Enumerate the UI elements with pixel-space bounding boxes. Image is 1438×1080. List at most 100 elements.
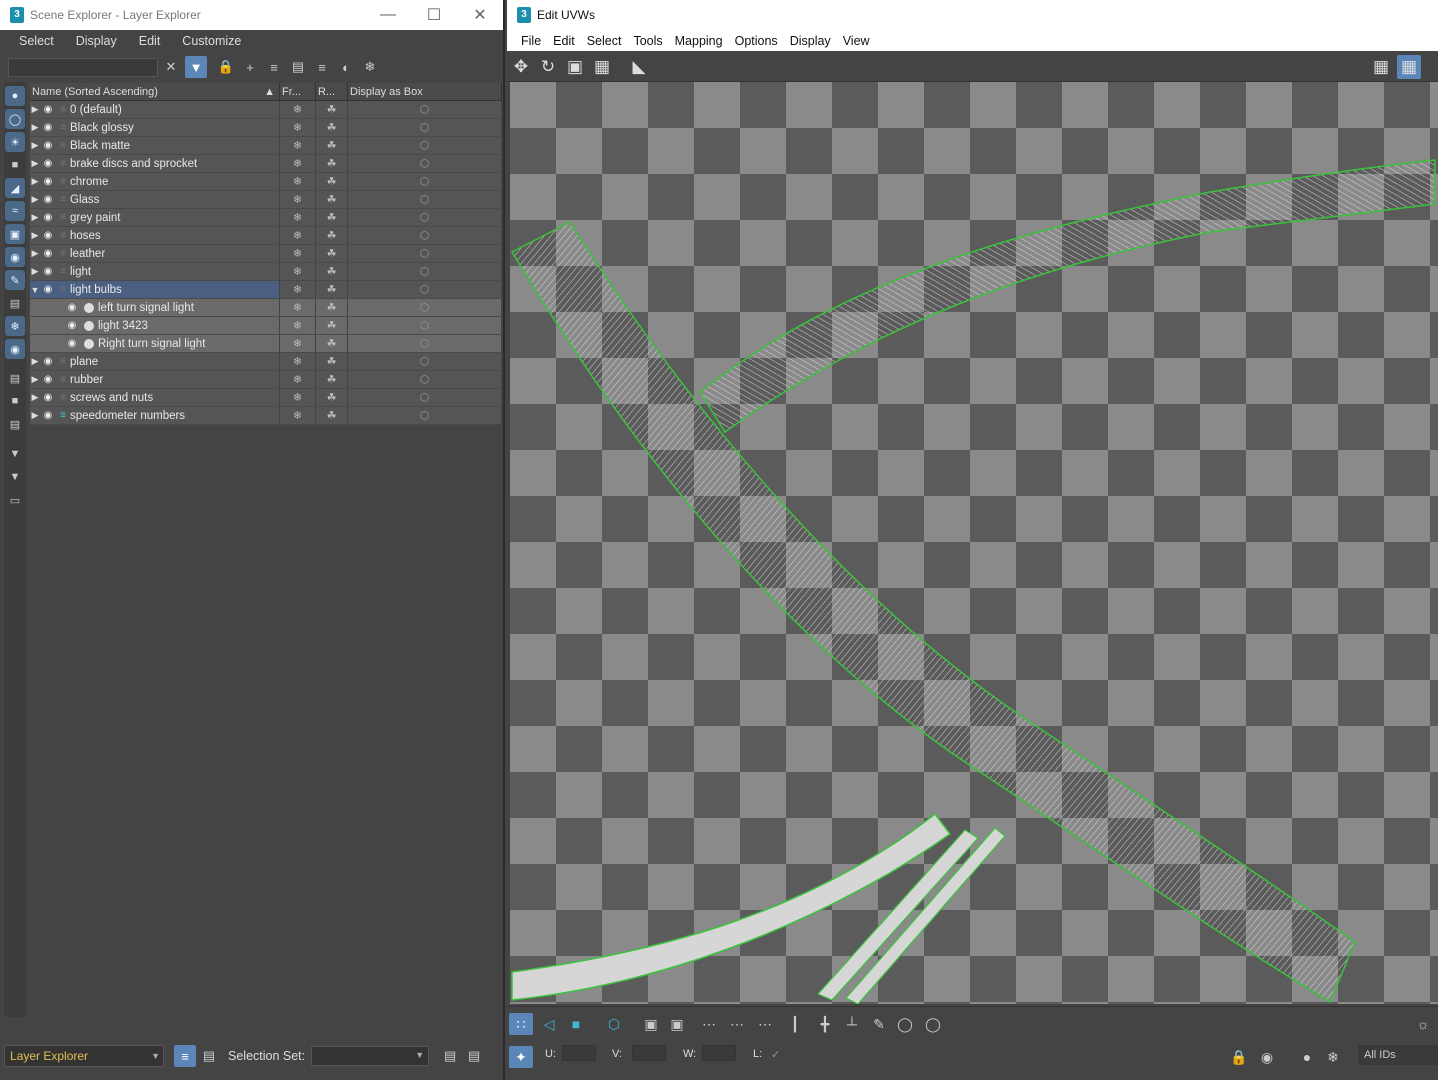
expand-arrow-icon[interactable]: ▶ [30, 374, 40, 385]
eye-icon[interactable]: ◉ [40, 284, 56, 295]
table-row[interactable]: ▶ ◉ ≡ speedometer numbers ❄ ☘ ⬡ [30, 407, 502, 425]
unpin-icon[interactable]: ┴ [840, 1013, 864, 1035]
menu-customize[interactable]: Customize [171, 34, 252, 48]
frozen-filter-icon[interactable]: ❄ [5, 316, 25, 336]
cube-icon[interactable]: ⬡ [348, 137, 502, 154]
snowflake-icon[interactable]: ❄ [280, 353, 316, 370]
spacewarp-filter-icon[interactable]: ≈ [5, 201, 25, 221]
light-filter-icon[interactable]: ☀ [5, 132, 25, 152]
mirror-icon[interactable]: ◣ [627, 55, 651, 79]
menu-edit[interactable]: Edit [128, 34, 172, 48]
paint-icon[interactable]: ✎ [867, 1013, 891, 1035]
cube-icon[interactable]: ⬡ [348, 209, 502, 226]
teapot-icon[interactable]: ☘ [316, 119, 348, 136]
cube-icon[interactable]: ⬡ [348, 317, 502, 334]
pin-icon[interactable]: ╋ [813, 1013, 837, 1035]
menu-select[interactable]: Select [8, 34, 65, 48]
snowflake-icon[interactable]: ❄ [280, 155, 316, 172]
layer-explorer-toggle-icon[interactable]: ≡ [174, 1045, 196, 1067]
snowflake-icon[interactable]: ❄ [280, 173, 316, 190]
transform-mode-icon[interactable]: ✦ [509, 1046, 533, 1068]
teapot-icon[interactable]: ☘ [316, 101, 348, 118]
cube-icon[interactable]: ⬡ [348, 335, 502, 352]
menu-file[interactable]: File [515, 34, 547, 48]
cube-icon[interactable]: ⬡ [348, 227, 502, 244]
table-row[interactable]: ▶ ◉ ≡ hoses ❄ ☘ ⬡ [30, 227, 502, 245]
material-id-dropdown[interactable]: All IDs [1358, 1045, 1438, 1065]
table-row[interactable]: ◉ Right turn signal light ❄ ☘ ⬡ [30, 335, 502, 353]
eye-icon[interactable]: ◉ [40, 158, 56, 169]
search-input[interactable] [8, 58, 158, 77]
snowflake-icon[interactable]: ❄ [280, 299, 316, 316]
expand-arrow-icon[interactable]: ▶ [30, 356, 40, 367]
cube-icon[interactable]: ⬡ [348, 173, 502, 190]
settings-ring-icon[interactable]: ☼ [1411, 1013, 1435, 1035]
loop-icon[interactable]: ⋯ [697, 1013, 721, 1035]
hidden-filter-icon[interactable]: ◉ [5, 339, 25, 359]
eye-icon[interactable]: ◉ [40, 248, 56, 259]
table-row[interactable]: ▶ ◉ ≡ rubber ❄ ☘ ⬡ [30, 371, 502, 389]
table-row-selected[interactable]: ▼ ◉ ≡ light bulbs ❄ ☘ ⬡ [30, 281, 502, 299]
table-row[interactable]: ▶ ◉ ≡ Black glossy ❄ ☘ ⬡ [30, 119, 502, 137]
expand-arrow-icon[interactable]: ▶ [30, 104, 40, 115]
menu-view[interactable]: View [837, 34, 876, 48]
container-filter-icon[interactable]: ▤ [5, 293, 25, 313]
eye-icon[interactable]: ◉ [40, 194, 56, 205]
snowflake-icon[interactable]: ❄ [280, 335, 316, 352]
cube-icon[interactable]: ⬡ [348, 353, 502, 370]
eye-icon[interactable]: ◉ [40, 230, 56, 241]
cube-icon[interactable]: ⬡ [348, 407, 502, 424]
expand-arrow-icon[interactable]: ▶ [30, 212, 40, 223]
column-freeze[interactable]: Fr... [280, 83, 316, 100]
folder-icon[interactable]: ▭ [5, 490, 25, 510]
w-field[interactable] [702, 1045, 736, 1061]
teapot-icon[interactable]: ☘ [316, 137, 348, 154]
snowflake-icon[interactable]: ❄ [280, 227, 316, 244]
table-row[interactable]: ▶ ◉ ≡ leather ❄ ☘ ⬡ [30, 245, 502, 263]
selection-set-dropdown[interactable]: ▼ [311, 1046, 430, 1066]
table-row[interactable]: ▶ ◉ ≡ screws and nuts ❄ ☘ ⬡ [30, 389, 502, 407]
eye-icon[interactable]: ◉ [64, 302, 80, 313]
clear-search-icon[interactable]: ✕ [160, 56, 182, 78]
expand-arrow-icon[interactable]: ▶ [30, 140, 40, 151]
hierarchy-toggle-icon[interactable]: ▤ [198, 1045, 220, 1067]
checker-pattern-icon[interactable]: ▦ [1397, 55, 1421, 79]
checker-toggle-icon[interactable]: ▦ [1369, 55, 1393, 79]
menu-display[interactable]: Display [65, 34, 128, 48]
face-mode-icon[interactable]: ■ [564, 1013, 588, 1035]
snowflake-icon[interactable]: ❄ [280, 245, 316, 262]
column-render[interactable]: R... [316, 83, 348, 100]
teapot-icon[interactable]: ☘ [316, 173, 348, 190]
uv-island-thin-strip[interactable] [845, 827, 1006, 1004]
expand-arrow-icon[interactable]: ▶ [30, 176, 40, 187]
teapot-icon[interactable]: ☘ [316, 191, 348, 208]
eye-icon[interactable]: ◉ [40, 374, 56, 385]
shrink-selection-icon[interactable]: ▣ [665, 1013, 689, 1035]
eye-icon[interactable]: ◉ [40, 176, 56, 187]
table-row[interactable]: ◉ light 3423 ❄ ☘ ⬡ [30, 317, 502, 335]
uv-island-upper-strip[interactable] [699, 159, 1436, 434]
invert-display-icon[interactable]: ▤ [5, 414, 25, 434]
hierarchy-icon[interactable]: ▤ [287, 56, 309, 78]
teapot-icon[interactable]: ☘ [316, 353, 348, 370]
rotate-icon[interactable]: ↻ [536, 55, 560, 79]
table-row[interactable]: ▶ ◉ ≡ plane ❄ ☘ ⬡ [30, 353, 502, 371]
expand-arrow-icon[interactable]: ▶ [30, 266, 40, 277]
table-row[interactable]: ▶ ◉ ≡ grey paint ❄ ☘ ⬡ [30, 209, 502, 227]
xref-filter-icon[interactable]: ◉ [5, 247, 25, 267]
snowflake-toggle-icon[interactable]: ❄ [359, 56, 381, 78]
expand-arrow-icon[interactable]: ▶ [30, 230, 40, 241]
shape-filter-icon[interactable]: ◯ [5, 109, 25, 129]
teapot-icon[interactable]: ☘ [316, 227, 348, 244]
lock-icon[interactable]: 🔒 [215, 56, 237, 78]
teapot-icon[interactable]: ☘ [316, 155, 348, 172]
helper-filter-icon[interactable]: ◢ [5, 178, 25, 198]
teapot-icon[interactable]: ☘ [316, 317, 348, 334]
close-icon[interactable]: ✕ [457, 0, 503, 30]
expand-arrow-icon[interactable]: ▶ [30, 158, 40, 169]
teapot-icon[interactable]: ☘ [316, 299, 348, 316]
cube-icon[interactable]: ⬡ [348, 299, 502, 316]
explorer-type-dropdown[interactable]: Layer Explorer ▼ [4, 1045, 164, 1067]
expand-arrow-icon[interactable]: ▶ [30, 122, 40, 133]
smooth-brush-icon[interactable]: ◯ [921, 1013, 945, 1035]
